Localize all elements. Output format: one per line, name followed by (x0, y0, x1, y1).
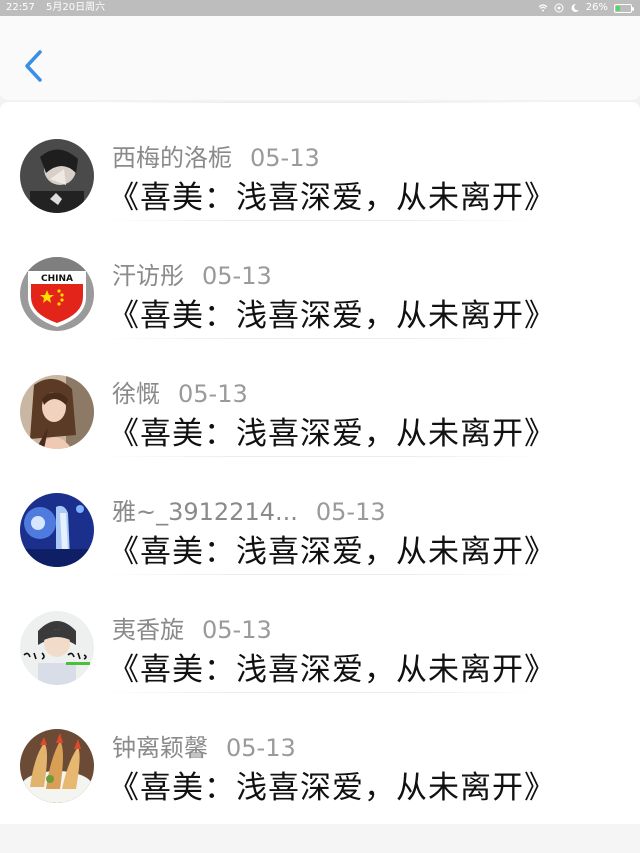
user-name[interactable]: 雅~_3912214... (112, 498, 298, 526)
avatar-text: CHINA (41, 274, 73, 284)
list-footer (0, 824, 640, 853)
avatar[interactable] (20, 729, 94, 803)
post-date: 05-13 (202, 262, 272, 290)
divider (100, 692, 540, 693)
list-item[interactable]: 钟离颖馨 05-13 《喜美：浅喜深爱，从未离开》 (0, 692, 640, 810)
item-title[interactable]: 《喜美：浅喜深爱，从未离开》 (108, 650, 556, 690)
divider (100, 456, 540, 457)
avatar[interactable] (20, 139, 94, 213)
avatar[interactable] (20, 375, 94, 449)
avatar-fried-shrimp (20, 729, 94, 803)
user-name[interactable]: 徐慨 (112, 380, 160, 408)
list-item[interactable]: 夷香旋 05-13 《喜美：浅喜深爱，从未离开》 (0, 574, 640, 692)
list-item[interactable]: 雅~_3912214... 05-13 《喜美：浅喜深爱，从未离开》 (0, 456, 640, 574)
item-title[interactable]: 《喜美：浅喜深爱，从未离开》 (108, 178, 556, 218)
item-meta: 夷香旋 05-13 (112, 614, 272, 646)
user-name[interactable]: 夷香旋 (112, 616, 184, 644)
avatar[interactable] (20, 611, 94, 685)
divider (100, 220, 540, 221)
item-title[interactable]: 《喜美：浅喜深爱，从未离开》 (108, 296, 556, 336)
user-name[interactable]: 汗访彤 (112, 262, 184, 290)
avatar-china-badge: CHINA (20, 257, 94, 331)
avatar[interactable] (20, 493, 94, 567)
avatar-woman-portrait (20, 375, 94, 449)
comment-list: 西梅的洛栀 05-13 《喜美：浅喜深爱，从未离开》 CHINA 汗访彤 05-13… (0, 102, 640, 853)
item-meta: 汗访彤 05-13 (112, 260, 272, 292)
location-icon (554, 3, 564, 13)
item-title[interactable]: 《喜美：浅喜深爱，从未离开》 (108, 414, 556, 454)
divider (100, 338, 540, 339)
status-date: 5月20日周六 (46, 2, 106, 13)
post-date: 05-13 (250, 144, 320, 172)
divider (100, 574, 540, 575)
avatar-dark-portrait (20, 139, 94, 213)
item-title[interactable]: 《喜美：浅喜深爱，从未离开》 (108, 532, 556, 572)
list-item[interactable]: 西梅的洛栀 05-13 《喜美：浅喜深爱，从未离开》 (0, 102, 640, 220)
avatar-boy-handwriting (20, 611, 94, 685)
list-item[interactable]: CHINA 汗访彤 05-13 《喜美：浅喜深爱，从未离开》 (0, 220, 640, 338)
status-time: 22:57 (6, 2, 35, 13)
item-title[interactable]: 《喜美：浅喜深爱，从未离开》 (108, 768, 556, 808)
item-meta: 钟离颖馨 05-13 (112, 732, 296, 764)
list-item[interactable]: 徐慨 05-13 《喜美：浅喜深爱，从未离开》 (0, 338, 640, 456)
status-bar: 22:57 5月20日周六 26% (0, 0, 640, 16)
item-meta: 西梅的洛栀 05-13 (112, 142, 320, 174)
chevron-left-icon (25, 50, 42, 82)
divider (100, 102, 540, 103)
moon-icon (571, 3, 579, 12)
battery-icon (614, 3, 634, 13)
battery-percent: 26% (585, 2, 608, 13)
item-meta: 雅~_3912214... 05-13 (112, 496, 386, 528)
back-button[interactable] (16, 46, 52, 86)
avatar[interactable]: CHINA (20, 257, 94, 331)
avatar-blue-stage (20, 493, 94, 567)
nav-bar (0, 16, 640, 100)
post-date: 05-13 (178, 380, 248, 408)
post-date: 05-13 (226, 734, 296, 762)
item-meta: 徐慨 05-13 (112, 378, 248, 410)
post-date: 05-13 (202, 616, 272, 644)
wifi-icon (538, 4, 548, 12)
post-date: 05-13 (315, 498, 386, 526)
user-name[interactable]: 西梅的洛栀 (112, 144, 232, 172)
user-name[interactable]: 钟离颖馨 (112, 734, 208, 762)
